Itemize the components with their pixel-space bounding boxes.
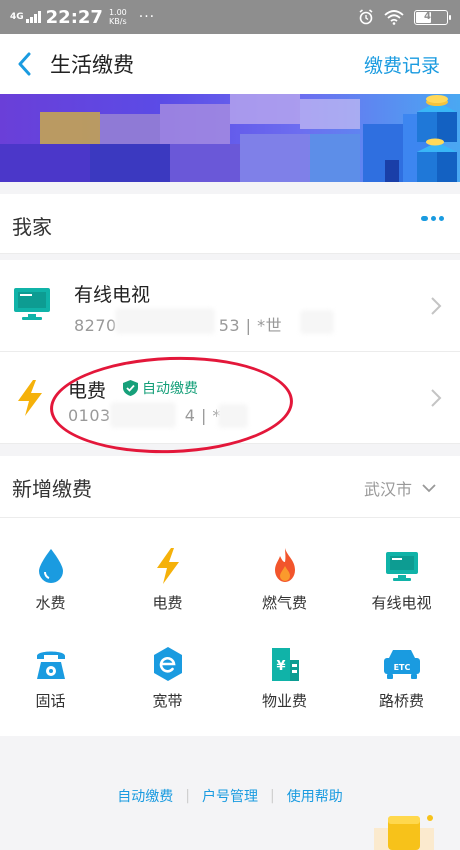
- banner-pixel-block: [300, 99, 360, 129]
- banner-pixel-block: [100, 114, 160, 144]
- shield-check-icon: [123, 380, 138, 396]
- banner-pixel-block: [0, 144, 90, 182]
- bill-card-cable-tv[interactable]: 有线电视 8270 53 | *世: [0, 260, 460, 352]
- auto-pay-badge: 自动缴费: [123, 378, 198, 398]
- banner-pixel-block: [310, 134, 360, 182]
- lightning-icon: [18, 380, 42, 416]
- payment-item-electricity[interactable]: 电费: [110, 548, 225, 648]
- account-suffix: 53 | *世: [218, 316, 283, 335]
- broadband-icon: [153, 647, 182, 681]
- payment-item-label: 水费: [35, 594, 66, 612]
- account-prefix: 8270: [74, 316, 117, 335]
- status-bar: 4G 22:27 1.00 KB/s ··· 47: [0, 0, 460, 34]
- chevron-right-icon: [431, 389, 442, 407]
- gold-coin-icon[interactable]: [374, 812, 434, 850]
- privacy-mask: [115, 308, 215, 334]
- status-more: ···: [138, 9, 156, 25]
- building-icon: ¥: [271, 648, 299, 681]
- alarm-icon: [359, 9, 373, 25]
- auto-pay-link[interactable]: 自动缴费: [117, 786, 173, 806]
- payment-item-water[interactable]: 水费: [0, 548, 108, 648]
- status-left: 4G 22:27 1.00 KB/s ···: [10, 6, 155, 28]
- speed-unit: KB/s: [109, 17, 127, 26]
- battery-icon: 47: [414, 9, 451, 25]
- section-title: 新增缴费: [12, 477, 92, 501]
- coin-tower-illustration: [363, 95, 457, 182]
- clock: 22:27: [45, 6, 103, 28]
- battery-level: 47: [424, 10, 438, 22]
- water-drop-icon: [38, 549, 63, 583]
- payment-item-label: 宽带: [152, 692, 183, 710]
- banner-pixel-block: [170, 144, 240, 182]
- signal-icon: [25, 11, 41, 23]
- network-type: 4G: [10, 11, 24, 22]
- chevron-down-icon: [422, 483, 436, 492]
- payment-records-link[interactable]: 缴费记录: [364, 51, 440, 78]
- tv-icon: [14, 288, 50, 320]
- etc-car-icon: ETC: [383, 650, 420, 679]
- auto-pay-label: 自动缴费: [142, 381, 198, 397]
- page-title: 生活缴费: [50, 53, 134, 77]
- payment-item-cable-tv[interactable]: 有线电视: [344, 548, 459, 648]
- promo-banner[interactable]: [0, 94, 460, 182]
- bill-name: 电费: [68, 380, 107, 402]
- payment-item-label: 电费: [152, 594, 183, 612]
- section-title: 我家: [12, 215, 52, 239]
- city-select[interactable]: 武汉市: [364, 476, 436, 500]
- payment-item-toll[interactable]: ETC 路桥费: [344, 646, 459, 746]
- city-label: 武汉市: [363, 480, 412, 499]
- payment-item-gas[interactable]: 燃气费: [227, 548, 342, 648]
- payment-item-broadband[interactable]: 宽带: [110, 646, 225, 746]
- my-home-header: 我家: [0, 194, 460, 254]
- payment-item-label: 物业费: [261, 692, 307, 710]
- banner-pixel-block: [230, 94, 300, 124]
- status-right: 47: [358, 6, 451, 28]
- back-button[interactable]: [8, 48, 40, 80]
- account-management-link[interactable]: 户号管理: [202, 786, 258, 806]
- chevron-right-icon: [431, 297, 442, 315]
- account-suffix: 4 | *: [184, 406, 221, 425]
- payment-item-label: 燃气费: [261, 594, 307, 612]
- account-prefix: 0103: [68, 406, 111, 425]
- payment-item-label: 有线电视: [371, 594, 432, 612]
- new-payment-header: 新增缴费 武汉市: [0, 456, 460, 518]
- flame-icon: [274, 548, 295, 582]
- footer-links: 自动缴费 | 户号管理 | 使用帮助: [0, 786, 460, 806]
- payment-item-landline[interactable]: 固话: [0, 646, 108, 746]
- bill-name: 有线电视: [74, 284, 151, 306]
- payment-item-label: 固话: [35, 692, 66, 710]
- svg-text:¥: ¥: [276, 659, 285, 674]
- payment-item-label: 路桥费: [378, 692, 424, 710]
- telephone-icon: [36, 651, 65, 679]
- privacy-mask: [110, 402, 176, 428]
- tv-icon: [385, 552, 418, 581]
- svg-text:ETC: ETC: [393, 663, 410, 672]
- privacy-mask: [218, 404, 248, 428]
- wifi-icon: [384, 10, 404, 25]
- more-icon[interactable]: [421, 216, 444, 221]
- payment-type-grid: 水费 电费 燃气费 有线电视 固话 宽带 ¥ 物业费 ETC 路桥费: [0, 518, 460, 736]
- lightning-icon: [156, 548, 179, 584]
- banner-pixel-block: [160, 104, 230, 144]
- nav-bar: 生活缴费 缴费记录: [0, 34, 460, 94]
- separator: |: [270, 788, 275, 804]
- privacy-mask: [300, 310, 334, 334]
- chevron-left-icon: [18, 52, 31, 76]
- network-speed: 1.00 KB/s: [109, 8, 127, 26]
- separator: |: [185, 788, 190, 804]
- banner-pixel-block: [90, 144, 170, 182]
- banner-pixel-block: [240, 134, 310, 182]
- payment-item-property[interactable]: ¥ 物业费: [227, 646, 342, 746]
- bill-card-electricity[interactable]: 电费 自动缴费 0103 4 | *: [0, 352, 460, 444]
- speed-value: 1.00: [108, 8, 127, 17]
- help-link[interactable]: 使用帮助: [287, 786, 343, 806]
